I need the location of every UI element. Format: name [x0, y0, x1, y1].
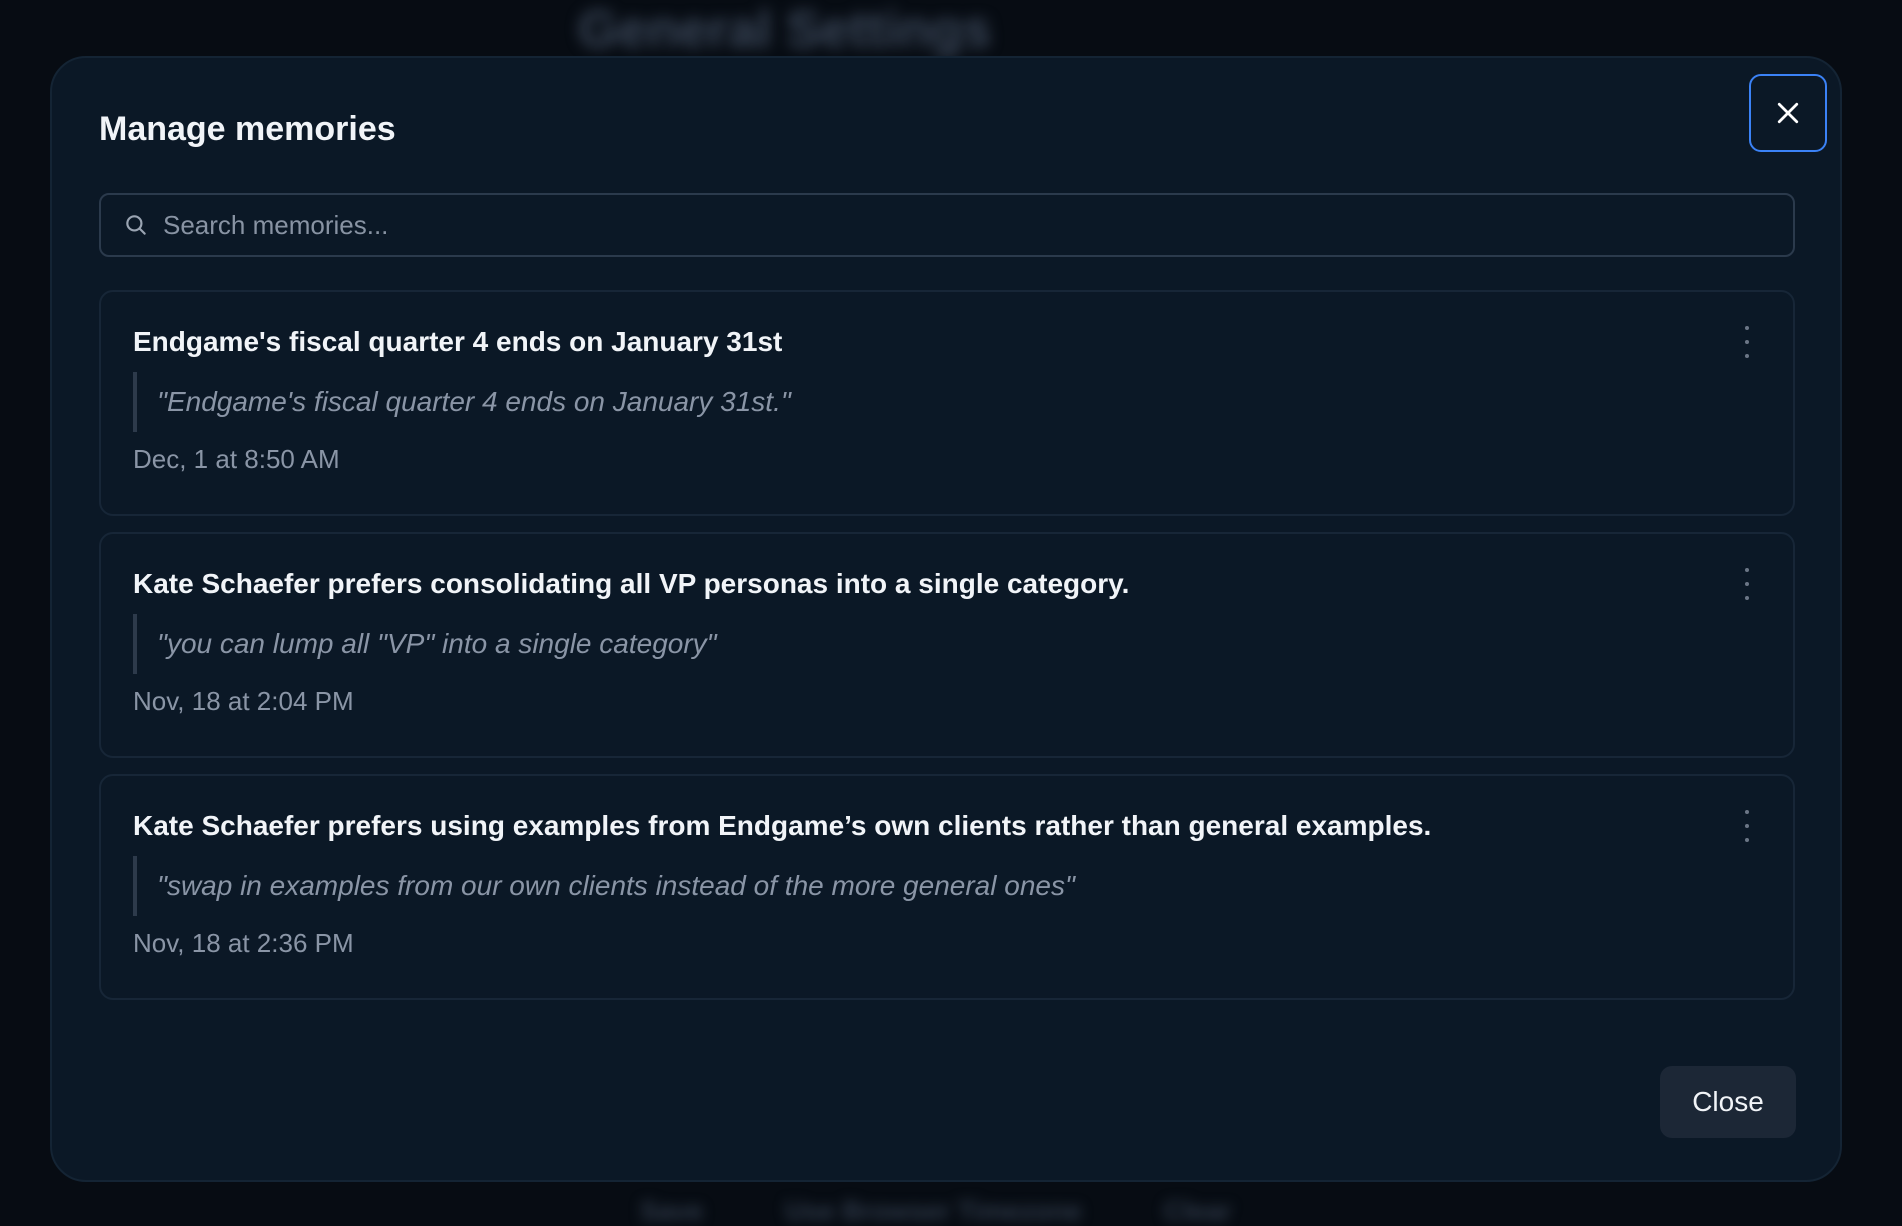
memory-date: Nov, 18 at 2:36 PM: [133, 928, 354, 958]
dialog-title: Manage memories: [99, 110, 396, 148]
background-clear-button: Clear: [1163, 1196, 1232, 1226]
memory-date: Nov, 18 at 2:04 PM: [133, 686, 354, 716]
close-dialog-button[interactable]: [1749, 74, 1827, 152]
memory-card: Kate Schaefer prefers consolidating all …: [99, 532, 1795, 758]
memory-title: Kate Schaefer prefers using examples fro…: [133, 810, 1432, 841]
search-icon: [126, 215, 146, 235]
close-button[interactable]: Close: [1660, 1066, 1796, 1138]
memory-quote: "swap in examples from our own clients i…: [133, 856, 1075, 916]
manage-memories-dialog: Manage memories Endgame's fiscal quarter…: [50, 56, 1842, 1182]
background-page-title: General Settings: [578, 1, 992, 59]
memory-card: Endgame's fiscal quarter 4 ends on Janua…: [99, 290, 1795, 516]
memory-card: Kate Schaefer prefers using examples fro…: [99, 774, 1795, 1000]
memory-quote: "Endgame's fiscal quarter 4 ends on Janu…: [133, 372, 791, 432]
more-options-icon[interactable]: [1737, 564, 1757, 604]
background-footer: Save Use Browser Timezone Clear: [640, 1196, 1231, 1226]
background-save-button: Save: [640, 1196, 704, 1226]
memory-list: Endgame's fiscal quarter 4 ends on Janua…: [99, 290, 1795, 1016]
memory-quote: "you can lump all "VP" into a single cat…: [133, 614, 717, 674]
search-bar: [99, 193, 1795, 257]
more-options-icon[interactable]: [1737, 806, 1757, 846]
memory-title: Endgame's fiscal quarter 4 ends on Janua…: [133, 326, 783, 357]
memory-title: Kate Schaefer prefers consolidating all …: [133, 568, 1130, 599]
search-input[interactable]: [163, 195, 1793, 255]
background-timezone-button: Use Browser Timezone: [785, 1196, 1082, 1226]
close-icon: [1777, 102, 1799, 124]
more-options-icon[interactable]: [1737, 322, 1757, 362]
memory-date: Dec, 1 at 8:50 AM: [133, 444, 340, 474]
